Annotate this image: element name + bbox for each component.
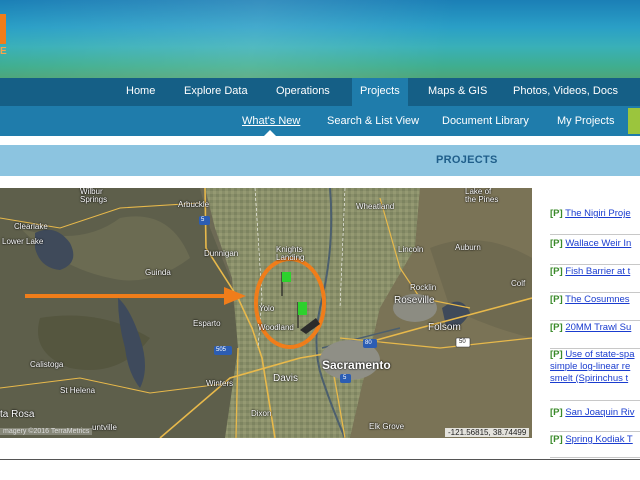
project-link[interactable]: Spring Kodiak T xyxy=(565,434,632,445)
nav-home[interactable]: Home xyxy=(126,78,155,106)
map-label-guinda: Guinda xyxy=(145,268,171,277)
map-label-arbuckle: Arbuckle xyxy=(178,200,210,209)
site-logo-mark: E xyxy=(0,46,7,57)
map-terrain xyxy=(0,188,532,438)
project-link[interactable]: The Cosumnes xyxy=(565,294,629,305)
project-link[interactable]: Use of state-spa xyxy=(565,349,634,360)
map-label-colfax: Colf xyxy=(511,279,526,288)
project-tag: [P] xyxy=(550,238,563,249)
secondary-nav: What's New Search & List View Document L… xyxy=(0,106,640,136)
map-label-dixon: Dixon xyxy=(251,409,272,418)
list-item[interactable]: [P] 20MM Trawl Su xyxy=(550,322,640,349)
map-label-yountville: untville xyxy=(92,423,117,432)
nav-operations[interactable]: Operations xyxy=(276,78,330,106)
map-label-lower-lake: Lower Lake xyxy=(2,237,44,246)
map-label-st-helena: St Helena xyxy=(60,386,96,395)
map-label-rocklin: Rocklin xyxy=(410,283,437,292)
list-item[interactable]: [P] Use of state-spa simple log-linear r… xyxy=(550,349,640,401)
project-tag: [P] xyxy=(550,349,563,360)
shield-label-i80: 80 xyxy=(365,340,372,346)
project-tag: [P] xyxy=(550,322,563,333)
shield-label-i5-north: 5 xyxy=(201,217,205,223)
header-banner: E xyxy=(0,0,640,78)
map-label-davis: Davis xyxy=(273,373,299,384)
project-tag: [P] xyxy=(550,208,563,219)
nav-photos-videos-docs[interactable]: Photos, Videos, Docs xyxy=(513,78,618,106)
map-label-santa-rosa: ta Rosa xyxy=(0,409,35,420)
list-item[interactable]: [P] Spring Kodiak T xyxy=(550,434,640,458)
map-label-dunnigan: Dunnigan xyxy=(204,249,239,258)
map-label-roseville: Roseville xyxy=(394,295,435,306)
list-item[interactable]: [P] Wallace Weir In xyxy=(550,238,640,265)
project-link[interactable]: Wallace Weir In xyxy=(565,238,631,249)
subnav-search-list-view[interactable]: Search & List View xyxy=(327,106,419,136)
map-label-woodland: Woodland xyxy=(258,323,294,332)
project-tag: [P] xyxy=(550,266,563,277)
project-tag: [P] xyxy=(550,407,563,418)
map-label-calistoga: Calistoga xyxy=(30,360,64,369)
map-attribution: magery ©2016 TerraMetrics xyxy=(0,428,93,435)
site-logo[interactable] xyxy=(0,14,6,44)
project-link[interactable]: 20MM Trawl Su xyxy=(565,322,631,333)
map-label-lake-of-the-pines: Lake of the Pines xyxy=(465,188,499,204)
list-item[interactable]: [P] San Joaquin Riv xyxy=(550,407,640,432)
nav-maps-gis[interactable]: Maps & GIS xyxy=(428,78,487,106)
map-label-elk-grove: Elk Grove xyxy=(369,422,405,431)
map-label-sacramento: Sacramento xyxy=(322,358,391,372)
map-label-esparto: Esparto xyxy=(193,319,221,328)
project-link[interactable]: Fish Barrier at t xyxy=(565,266,630,277)
active-subnav-caret xyxy=(264,130,276,136)
shield-label-i5-south: 5 xyxy=(343,375,347,381)
subnav-my-projects[interactable]: My Projects xyxy=(557,106,614,136)
project-tag: [P] xyxy=(550,434,563,445)
footer-divider xyxy=(0,459,640,460)
page: E Home Explore Data Operations Projects … xyxy=(0,0,640,480)
map-coordinates: -121.56815, 38.74499 xyxy=(445,428,530,437)
list-item[interactable]: [P] Fish Barrier at t xyxy=(550,266,640,293)
project-tag: [P] xyxy=(550,294,563,305)
map-label-clearlake: Clearlake xyxy=(14,222,48,231)
subnav-document-library[interactable]: Document Library xyxy=(442,106,529,136)
map-label-auburn: Auburn xyxy=(455,243,481,252)
shield-label-i505: 505 xyxy=(216,347,227,353)
map-label-lincoln: Lincoln xyxy=(398,245,424,254)
project-link[interactable]: San Joaquin Riv xyxy=(565,407,634,418)
projects-header-bar: PROJECTS xyxy=(0,145,640,176)
list-item[interactable]: [P] The Nigiri Proje xyxy=(550,208,640,235)
map-label-winters: Winters xyxy=(206,379,234,388)
project-link[interactable]: The Nigiri Proje xyxy=(565,208,630,219)
map-label-knights-landing: Knights Landing xyxy=(276,245,305,262)
shield-label-us50: 50 xyxy=(459,339,466,345)
primary-nav: Home Explore Data Operations Projects Ma… xyxy=(0,78,640,108)
map-label-wilbur-springs: Wilbur Springs xyxy=(80,188,108,204)
project-link-line3[interactable]: smelt (Spirinchus t xyxy=(550,373,628,384)
project-link-line2[interactable]: simple log-linear re xyxy=(550,361,630,372)
banner-haze xyxy=(0,0,640,78)
map-label-wheatland: Wheatland xyxy=(356,202,395,211)
subnav-accent-button[interactable] xyxy=(628,108,640,134)
map-label-yolo: Yolo xyxy=(259,304,275,313)
project-map[interactable]: Wilbur Springs Arbuckle Wheatland Lake of… xyxy=(0,188,532,438)
nav-projects[interactable]: Projects xyxy=(352,78,408,108)
projects-title: PROJECTS xyxy=(436,154,498,166)
list-item[interactable]: [P] The Cosumnes xyxy=(550,294,640,321)
nav-explore-data[interactable]: Explore Data xyxy=(184,78,248,106)
map-label-folsom: Folsom xyxy=(428,322,461,333)
